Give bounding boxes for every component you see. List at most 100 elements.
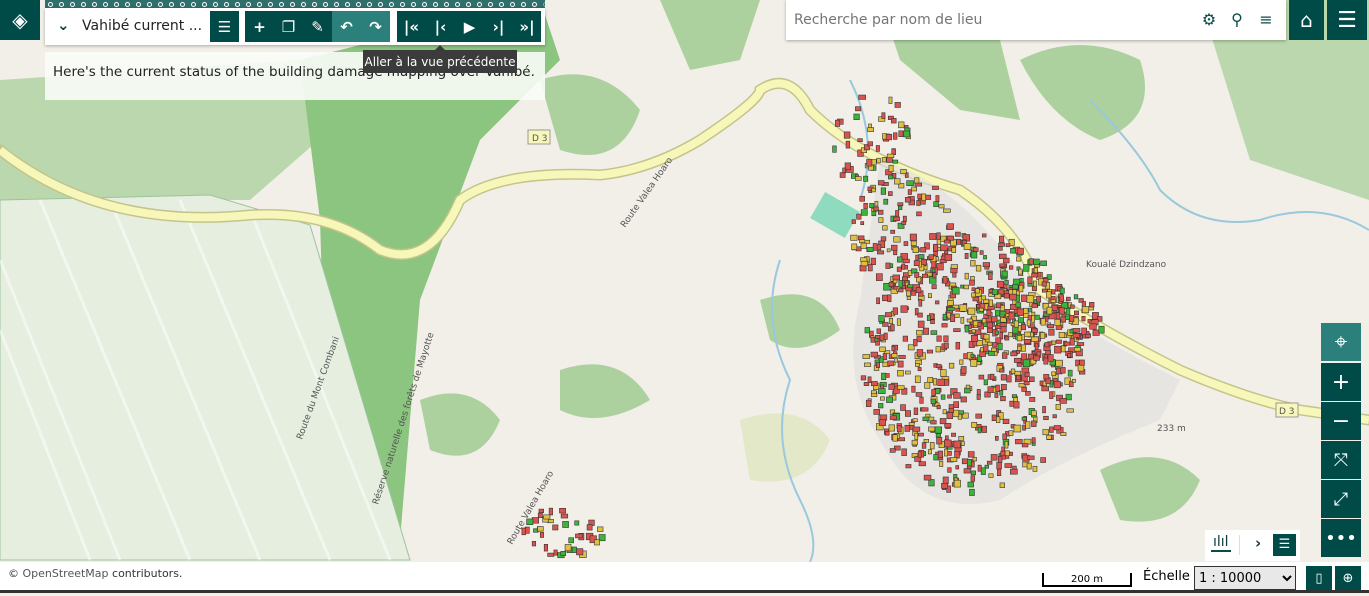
building[interactable] — [1023, 339, 1031, 344]
chart-icon[interactable]: ılıl — [1211, 534, 1231, 552]
building[interactable] — [904, 424, 911, 432]
building[interactable] — [939, 418, 947, 425]
building[interactable] — [892, 216, 900, 222]
building[interactable] — [576, 548, 584, 556]
building[interactable] — [927, 449, 932, 455]
building[interactable] — [947, 235, 955, 241]
building[interactable] — [1031, 336, 1039, 342]
building[interactable] — [898, 121, 905, 129]
building[interactable] — [918, 461, 926, 467]
building[interactable] — [574, 520, 580, 526]
building[interactable] — [1027, 455, 1035, 460]
building[interactable] — [986, 321, 993, 329]
building[interactable] — [931, 261, 937, 269]
story-dot[interactable] — [103, 1, 108, 7]
building[interactable] — [971, 334, 979, 342]
building[interactable] — [913, 339, 918, 347]
building[interactable] — [564, 544, 572, 552]
legend-list-button[interactable]: ☰ — [1273, 534, 1296, 556]
building[interactable] — [927, 377, 934, 383]
story-dot[interactable] — [136, 1, 141, 7]
building[interactable] — [575, 533, 583, 539]
building[interactable] — [1040, 332, 1046, 339]
building[interactable] — [888, 424, 895, 432]
building[interactable] — [1000, 450, 1006, 457]
building[interactable] — [1081, 301, 1086, 307]
projection-button[interactable]: ⊕ — [1335, 566, 1361, 590]
building[interactable] — [914, 177, 920, 184]
building[interactable] — [977, 464, 982, 472]
building[interactable] — [978, 374, 985, 380]
building[interactable] — [864, 327, 870, 334]
building[interactable] — [942, 313, 947, 320]
building[interactable] — [918, 432, 924, 437]
building[interactable] — [999, 482, 1005, 488]
building[interactable] — [960, 284, 964, 289]
building[interactable] — [950, 264, 958, 269]
building[interactable] — [932, 272, 937, 279]
building[interactable] — [918, 254, 925, 260]
building[interactable] — [1024, 371, 1030, 377]
building[interactable] — [983, 379, 988, 386]
building[interactable] — [960, 366, 967, 374]
building[interactable] — [987, 341, 993, 346]
redo-button[interactable]: ↷ — [361, 11, 390, 42]
scale-select[interactable]: 1 : 10000 — [1194, 566, 1296, 590]
building[interactable] — [860, 257, 868, 262]
story-dot[interactable] — [279, 1, 284, 7]
building[interactable] — [1009, 293, 1017, 301]
building[interactable] — [880, 187, 886, 195]
building[interactable] — [971, 292, 977, 298]
story-dot[interactable] — [213, 1, 218, 7]
story-dot[interactable] — [488, 1, 493, 7]
building[interactable] — [1008, 312, 1015, 320]
building[interactable] — [863, 202, 868, 209]
building[interactable] — [1041, 385, 1049, 392]
building[interactable] — [997, 342, 1003, 351]
building[interactable] — [1022, 424, 1026, 431]
building[interactable] — [977, 426, 982, 434]
building[interactable] — [889, 448, 896, 453]
building[interactable] — [936, 335, 942, 342]
building[interactable] — [1018, 268, 1023, 275]
story-dot[interactable] — [48, 1, 53, 7]
building[interactable] — [918, 299, 923, 307]
building[interactable] — [888, 191, 893, 196]
building[interactable] — [902, 215, 907, 222]
building[interactable] — [856, 213, 862, 220]
building[interactable] — [559, 508, 566, 514]
building[interactable] — [872, 243, 878, 251]
building[interactable] — [923, 439, 930, 443]
building[interactable] — [881, 112, 886, 119]
building[interactable] — [893, 132, 898, 140]
building[interactable] — [1089, 302, 1095, 308]
story-dot[interactable] — [169, 1, 174, 7]
building[interactable] — [885, 312, 892, 318]
building[interactable] — [921, 442, 927, 449]
building[interactable] — [991, 347, 997, 352]
story-dot[interactable] — [235, 1, 240, 7]
building[interactable] — [971, 329, 976, 334]
building[interactable] — [903, 241, 909, 246]
building[interactable] — [986, 460, 993, 465]
building[interactable] — [942, 409, 947, 415]
building[interactable] — [943, 379, 950, 386]
more-button[interactable]: ••• — [1321, 519, 1361, 557]
building[interactable] — [1047, 354, 1054, 362]
building[interactable] — [886, 396, 893, 403]
building[interactable] — [862, 354, 870, 359]
building[interactable] — [883, 332, 888, 340]
building[interactable] — [937, 450, 943, 458]
building[interactable] — [867, 263, 873, 272]
building[interactable] — [553, 549, 558, 556]
building[interactable] — [1016, 256, 1022, 262]
story-dot[interactable] — [301, 1, 306, 7]
building[interactable] — [947, 299, 954, 306]
building[interactable] — [866, 247, 874, 252]
building[interactable] — [912, 426, 921, 432]
building[interactable] — [972, 457, 977, 462]
building[interactable] — [999, 390, 1004, 396]
building[interactable] — [1021, 324, 1027, 331]
building[interactable] — [1027, 353, 1034, 360]
building[interactable] — [1013, 424, 1022, 433]
